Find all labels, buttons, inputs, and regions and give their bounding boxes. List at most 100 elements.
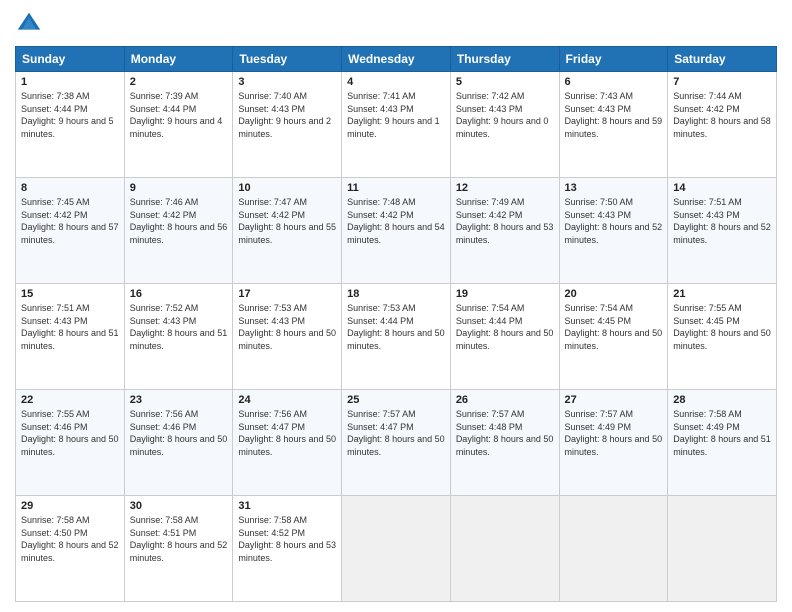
calendar-header-friday: Friday [559, 47, 668, 72]
calendar-cell: 7 Sunrise: 7:44 AMSunset: 4:42 PMDayligh… [668, 72, 777, 178]
day-number: 17 [238, 288, 336, 300]
calendar-cell: 16 Sunrise: 7:52 AMSunset: 4:43 PMDaylig… [124, 284, 233, 390]
day-info: Sunrise: 7:43 AMSunset: 4:43 PMDaylight:… [565, 90, 663, 140]
day-info: Sunrise: 7:50 AMSunset: 4:43 PMDaylight:… [565, 196, 663, 246]
calendar-week-1: 1 Sunrise: 7:38 AMSunset: 4:44 PMDayligh… [16, 72, 777, 178]
calendar-week-4: 22 Sunrise: 7:55 AMSunset: 4:46 PMDaylig… [16, 390, 777, 496]
calendar-cell: 26 Sunrise: 7:57 AMSunset: 4:48 PMDaylig… [450, 390, 559, 496]
calendar-cell: 28 Sunrise: 7:58 AMSunset: 4:49 PMDaylig… [668, 390, 777, 496]
day-number: 6 [565, 76, 663, 88]
day-info: Sunrise: 7:57 AMSunset: 4:49 PMDaylight:… [565, 408, 663, 458]
calendar-cell: 8 Sunrise: 7:45 AMSunset: 4:42 PMDayligh… [16, 178, 125, 284]
day-info: Sunrise: 7:41 AMSunset: 4:43 PMDaylight:… [347, 90, 445, 140]
calendar-cell: 3 Sunrise: 7:40 AMSunset: 4:43 PMDayligh… [233, 72, 342, 178]
calendar-week-2: 8 Sunrise: 7:45 AMSunset: 4:42 PMDayligh… [16, 178, 777, 284]
calendar-cell: 27 Sunrise: 7:57 AMSunset: 4:49 PMDaylig… [559, 390, 668, 496]
calendar-cell: 19 Sunrise: 7:54 AMSunset: 4:44 PMDaylig… [450, 284, 559, 390]
calendar-cell: 25 Sunrise: 7:57 AMSunset: 4:47 PMDaylig… [342, 390, 451, 496]
day-info: Sunrise: 7:58 AMSunset: 4:50 PMDaylight:… [21, 514, 119, 564]
day-number: 19 [456, 288, 554, 300]
calendar-cell: 1 Sunrise: 7:38 AMSunset: 4:44 PMDayligh… [16, 72, 125, 178]
day-number: 30 [130, 500, 228, 512]
calendar-cell: 23 Sunrise: 7:56 AMSunset: 4:46 PMDaylig… [124, 390, 233, 496]
day-number: 13 [565, 182, 663, 194]
day-number: 21 [673, 288, 771, 300]
day-number: 29 [21, 500, 119, 512]
day-info: Sunrise: 7:39 AMSunset: 4:44 PMDaylight:… [130, 90, 228, 140]
calendar-header-row: SundayMondayTuesdayWednesdayThursdayFrid… [16, 47, 777, 72]
day-number: 27 [565, 394, 663, 406]
day-info: Sunrise: 7:45 AMSunset: 4:42 PMDaylight:… [21, 196, 119, 246]
calendar-cell: 10 Sunrise: 7:47 AMSunset: 4:42 PMDaylig… [233, 178, 342, 284]
calendar-header-tuesday: Tuesday [233, 47, 342, 72]
day-number: 9 [130, 182, 228, 194]
day-info: Sunrise: 7:55 AMSunset: 4:45 PMDaylight:… [673, 302, 771, 352]
calendar-cell: 2 Sunrise: 7:39 AMSunset: 4:44 PMDayligh… [124, 72, 233, 178]
day-info: Sunrise: 7:56 AMSunset: 4:47 PMDaylight:… [238, 408, 336, 458]
calendar-cell: 15 Sunrise: 7:51 AMSunset: 4:43 PMDaylig… [16, 284, 125, 390]
calendar-cell: 6 Sunrise: 7:43 AMSunset: 4:43 PMDayligh… [559, 72, 668, 178]
calendar-cell: 29 Sunrise: 7:58 AMSunset: 4:50 PMDaylig… [16, 496, 125, 602]
day-info: Sunrise: 7:58 AMSunset: 4:49 PMDaylight:… [673, 408, 771, 458]
logo-icon [15, 10, 43, 38]
day-info: Sunrise: 7:57 AMSunset: 4:47 PMDaylight:… [347, 408, 445, 458]
calendar-header-sunday: Sunday [16, 47, 125, 72]
calendar-table: SundayMondayTuesdayWednesdayThursdayFrid… [15, 46, 777, 602]
day-info: Sunrise: 7:57 AMSunset: 4:48 PMDaylight:… [456, 408, 554, 458]
day-number: 24 [238, 394, 336, 406]
calendar-cell: 22 Sunrise: 7:55 AMSunset: 4:46 PMDaylig… [16, 390, 125, 496]
calendar-cell: 17 Sunrise: 7:53 AMSunset: 4:43 PMDaylig… [233, 284, 342, 390]
day-info: Sunrise: 7:53 AMSunset: 4:44 PMDaylight:… [347, 302, 445, 352]
day-number: 28 [673, 394, 771, 406]
day-number: 10 [238, 182, 336, 194]
day-info: Sunrise: 7:54 AMSunset: 4:44 PMDaylight:… [456, 302, 554, 352]
day-info: Sunrise: 7:51 AMSunset: 4:43 PMDaylight:… [21, 302, 119, 352]
calendar-cell: 20 Sunrise: 7:54 AMSunset: 4:45 PMDaylig… [559, 284, 668, 390]
calendar-cell: 4 Sunrise: 7:41 AMSunset: 4:43 PMDayligh… [342, 72, 451, 178]
day-number: 2 [130, 76, 228, 88]
day-number: 25 [347, 394, 445, 406]
calendar-cell: 31 Sunrise: 7:58 AMSunset: 4:52 PMDaylig… [233, 496, 342, 602]
calendar-header-saturday: Saturday [668, 47, 777, 72]
calendar-cell: 11 Sunrise: 7:48 AMSunset: 4:42 PMDaylig… [342, 178, 451, 284]
day-number: 4 [347, 76, 445, 88]
day-number: 18 [347, 288, 445, 300]
day-number: 22 [21, 394, 119, 406]
day-number: 23 [130, 394, 228, 406]
calendar-cell: 24 Sunrise: 7:56 AMSunset: 4:47 PMDaylig… [233, 390, 342, 496]
day-number: 14 [673, 182, 771, 194]
calendar-cell: 21 Sunrise: 7:55 AMSunset: 4:45 PMDaylig… [668, 284, 777, 390]
calendar-cell: 12 Sunrise: 7:49 AMSunset: 4:42 PMDaylig… [450, 178, 559, 284]
day-info: Sunrise: 7:52 AMSunset: 4:43 PMDaylight:… [130, 302, 228, 352]
calendar-header-monday: Monday [124, 47, 233, 72]
page: SundayMondayTuesdayWednesdayThursdayFrid… [0, 0, 792, 612]
calendar-cell [559, 496, 668, 602]
calendar-cell: 13 Sunrise: 7:50 AMSunset: 4:43 PMDaylig… [559, 178, 668, 284]
calendar-cell: 18 Sunrise: 7:53 AMSunset: 4:44 PMDaylig… [342, 284, 451, 390]
day-number: 20 [565, 288, 663, 300]
calendar-cell: 9 Sunrise: 7:46 AMSunset: 4:42 PMDayligh… [124, 178, 233, 284]
calendar-cell: 5 Sunrise: 7:42 AMSunset: 4:43 PMDayligh… [450, 72, 559, 178]
day-number: 5 [456, 76, 554, 88]
day-info: Sunrise: 7:58 AMSunset: 4:51 PMDaylight:… [130, 514, 228, 564]
day-number: 12 [456, 182, 554, 194]
day-number: 26 [456, 394, 554, 406]
day-info: Sunrise: 7:46 AMSunset: 4:42 PMDaylight:… [130, 196, 228, 246]
day-info: Sunrise: 7:47 AMSunset: 4:42 PMDaylight:… [238, 196, 336, 246]
day-number: 1 [21, 76, 119, 88]
calendar-cell: 14 Sunrise: 7:51 AMSunset: 4:43 PMDaylig… [668, 178, 777, 284]
day-info: Sunrise: 7:49 AMSunset: 4:42 PMDaylight:… [456, 196, 554, 246]
day-info: Sunrise: 7:51 AMSunset: 4:43 PMDaylight:… [673, 196, 771, 246]
calendar-week-3: 15 Sunrise: 7:51 AMSunset: 4:43 PMDaylig… [16, 284, 777, 390]
day-number: 11 [347, 182, 445, 194]
day-number: 7 [673, 76, 771, 88]
day-number: 15 [21, 288, 119, 300]
calendar-cell: 30 Sunrise: 7:58 AMSunset: 4:51 PMDaylig… [124, 496, 233, 602]
header [15, 10, 777, 38]
day-info: Sunrise: 7:48 AMSunset: 4:42 PMDaylight:… [347, 196, 445, 246]
day-number: 31 [238, 500, 336, 512]
calendar-cell [450, 496, 559, 602]
day-info: Sunrise: 7:42 AMSunset: 4:43 PMDaylight:… [456, 90, 554, 140]
calendar-week-5: 29 Sunrise: 7:58 AMSunset: 4:50 PMDaylig… [16, 496, 777, 602]
calendar-header-wednesday: Wednesday [342, 47, 451, 72]
